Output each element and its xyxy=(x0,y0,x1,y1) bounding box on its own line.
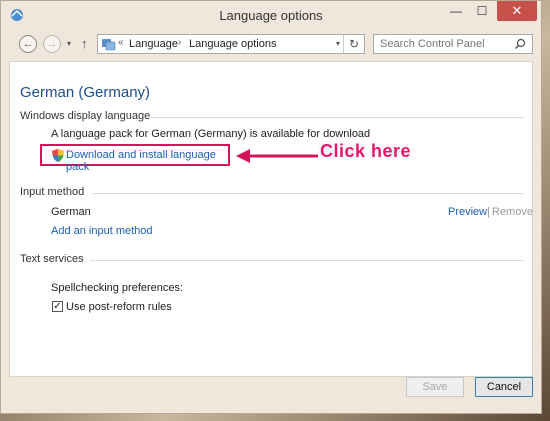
click-here-annotation: Click here xyxy=(320,141,412,161)
navigation-bar: ← → ▾ ↑ « Language › Language options ▾ … xyxy=(1,29,541,61)
breadcrumb-overflow[interactable]: « xyxy=(118,37,124,48)
breadcrumb-language[interactable]: Language xyxy=(129,38,178,50)
download-language-pack-link[interactable]: Download and install language pack xyxy=(66,149,228,173)
shield-icon xyxy=(52,149,64,162)
input-method-heading: Input method xyxy=(20,186,85,198)
search-icon[interactable] xyxy=(514,38,526,50)
title-bar: Language options — ☐ ✕ xyxy=(1,1,541,29)
language-title: German (Germany) xyxy=(20,84,151,101)
maximize-button[interactable]: ☐ xyxy=(469,1,495,21)
section-divider xyxy=(150,117,524,118)
post-reform-label[interactable]: Use post-reform rules xyxy=(66,301,172,313)
breadcrumb-separator: › xyxy=(178,37,182,48)
display-language-heading: Windows display language xyxy=(20,110,151,122)
up-button[interactable]: ↑ xyxy=(81,36,88,51)
link-divider: | xyxy=(487,206,490,218)
search-input[interactable]: Search Control Panel xyxy=(373,34,533,54)
section-divider xyxy=(90,260,524,261)
content-panel: German (Germany) Windows display languag… xyxy=(9,61,533,377)
post-reform-checkbox[interactable]: ✓ xyxy=(52,301,63,312)
language-icon xyxy=(102,39,116,51)
language-options-window: Language options — ☐ ✕ ← → ▾ ↑ « Languag… xyxy=(0,0,542,414)
recent-pages-dropdown[interactable]: ▾ xyxy=(67,39,71,48)
forward-button[interactable]: → xyxy=(43,35,61,53)
address-dropdown[interactable]: ▾ xyxy=(336,39,340,48)
section-divider xyxy=(92,193,524,194)
spellcheck-label: Spellchecking preferences: xyxy=(51,282,184,294)
minimize-button[interactable]: — xyxy=(443,1,469,21)
breadcrumb-language-options[interactable]: Language options xyxy=(189,38,276,50)
language-pack-message: A language pack for German (Germany) is … xyxy=(51,128,371,140)
cancel-button[interactable]: Cancel xyxy=(475,377,533,397)
text-services-heading: Text services xyxy=(20,253,84,265)
refresh-button[interactable]: ↻ xyxy=(343,35,364,53)
remove-link[interactable]: Remove xyxy=(492,206,533,218)
annotation-arrow xyxy=(236,149,318,163)
address-bar[interactable]: « Language › Language options ▾ ↻ xyxy=(97,34,365,54)
add-input-method-link[interactable]: Add an input method xyxy=(51,225,153,237)
close-button[interactable]: ✕ xyxy=(497,1,537,21)
preview-link[interactable]: Preview xyxy=(448,206,487,218)
save-button[interactable]: Save xyxy=(406,377,464,397)
search-placeholder: Search Control Panel xyxy=(380,38,485,50)
input-method-name: German xyxy=(51,206,91,218)
download-highlight-box: Download and install language pack xyxy=(40,144,230,173)
back-button[interactable]: ← xyxy=(19,35,37,53)
